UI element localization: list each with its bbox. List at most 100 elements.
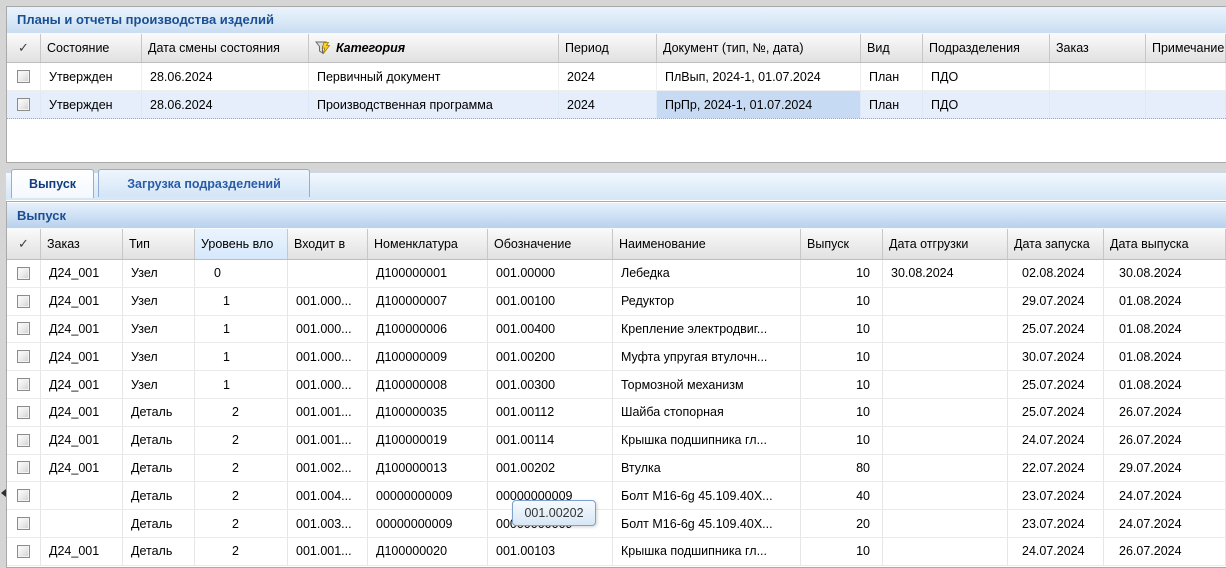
vypusk-grid-cell[interactable]: 1 [195,343,288,370]
vypusk-grid-cell[interactable]: 001.00112 [488,399,613,426]
vypusk-grid-cell[interactable] [883,371,1008,398]
plans-grid-cell[interactable]: Производственная программа [309,91,559,118]
vypusk-grid-cell[interactable]: Д100000009 [368,343,488,370]
plans-grid-column-header[interactable]: Подразделения [923,34,1050,62]
vypusk-grid-cell[interactable]: Втулка [613,455,801,482]
vypusk-grid-cell[interactable]: 25.07.2024 [1008,316,1104,343]
vypusk-grid-cell[interactable]: Болт М16-6g 45.109.40Х... [613,482,801,509]
row-checkbox[interactable] [17,489,30,502]
plans-grid-cell[interactable] [1050,63,1146,90]
vypusk-grid-cell[interactable]: 29.07.2024 [1008,288,1104,315]
vypusk-grid-cell[interactable] [883,455,1008,482]
vypusk-grid-cell[interactable] [288,260,368,287]
vypusk-grid-cell[interactable]: 30.08.2024 [883,260,1008,287]
row-checkbox[interactable] [17,350,30,363]
vypusk-grid-cell[interactable]: 001.00100 [488,288,613,315]
vypusk-grid-cell[interactable]: Редуктор [613,288,801,315]
vypusk-grid-cell[interactable]: Тормозной механизм [613,371,801,398]
plans-grid-column-header[interactable]: Категория [309,34,559,62]
vypusk-grid-cell[interactable] [883,482,1008,509]
vypusk-grid-column-header[interactable]: Уровень вло [195,229,288,259]
plans-grid-column-header[interactable]: Примечание [1146,34,1226,62]
vypusk-grid-cell[interactable]: Д100000008 [368,371,488,398]
vypusk-grid-cell[interactable]: Болт М16-6g 45.109.40Х... [613,510,801,537]
vypusk-grid-cell[interactable]: 29.07.2024 [1104,455,1226,482]
plans-grid-row[interactable]: Утвержден28.06.2024Первичный документ202… [7,63,1226,91]
vypusk-grid-cell[interactable] [883,288,1008,315]
vypusk-grid-cell[interactable]: 26.07.2024 [1104,399,1226,426]
vypusk-grid-cell[interactable]: Деталь [123,427,195,454]
vypusk-grid-cell[interactable]: 10 [801,316,883,343]
vypusk-grid-cell[interactable]: 10 [801,399,883,426]
vypusk-grid-cell[interactable]: 001.000... [288,371,368,398]
vypusk-grid-cell[interactable]: Д24_001 [41,260,123,287]
plans-grid-cell[interactable]: План [861,91,923,118]
vypusk-grid-column-header[interactable]: Дата отгрузки [883,229,1008,259]
vypusk-grid-cell[interactable]: Д100000013 [368,455,488,482]
vypusk-grid-cell[interactable]: Д24_001 [41,288,123,315]
vypusk-grid-cell[interactable]: Узел [123,260,195,287]
vypusk-grid-row[interactable]: Д24_001Деталь2001.001...Д100000020001.00… [7,538,1226,566]
vypusk-grid-cell[interactable]: 22.07.2024 [1008,455,1104,482]
vypusk-grid-cell[interactable]: Д24_001 [41,316,123,343]
vypusk-grid-cell[interactable]: Д100000007 [368,288,488,315]
vypusk-grid-cell[interactable]: 10 [801,427,883,454]
vypusk-grid-cell[interactable]: 00000000009 [368,510,488,537]
vypusk-grid-cell[interactable]: 2 [195,399,288,426]
plans-grid-row[interactable]: Утвержден28.06.2024Производственная прог… [7,91,1226,119]
vypusk-grid-cell[interactable]: 20 [801,510,883,537]
tab-zagruzka-podrazdeleniy[interactable]: Загрузка подразделений [98,169,310,197]
select-all-header[interactable]: ✓ [7,34,41,62]
vypusk-grid-cell[interactable] [41,510,123,537]
vypusk-grid-cell[interactable]: 001.00103 [488,538,613,565]
vypusk-grid-cell[interactable]: 001.001... [288,399,368,426]
plans-grid-cell[interactable]: 2024 [559,63,657,90]
vypusk-grid-cell[interactable]: 10 [801,538,883,565]
row-checkbox[interactable] [17,517,30,530]
vypusk-grid-cell[interactable]: 10 [801,288,883,315]
vypusk-grid-cell[interactable]: Д100000001 [368,260,488,287]
vypusk-grid-cell[interactable]: 10 [801,371,883,398]
row-checkbox[interactable] [17,461,30,474]
vypusk-grid-cell[interactable]: Крепление электродвиг... [613,316,801,343]
vypusk-grid-cell[interactable]: 001.00000 [488,260,613,287]
vypusk-grid-cell[interactable]: 001.00202 [488,455,613,482]
vypusk-grid-cell[interactable]: 2 [195,510,288,537]
vypusk-grid-cell[interactable]: 02.08.2024 [1008,260,1104,287]
plans-grid-cell[interactable]: 2024 [559,91,657,118]
vypusk-grid-cell[interactable] [883,427,1008,454]
vypusk-grid-cell[interactable]: 30.07.2024 [1008,343,1104,370]
plans-grid-cell[interactable]: ПДО [923,63,1050,90]
row-checkbox[interactable] [17,267,30,280]
vypusk-grid-cell[interactable] [883,343,1008,370]
plans-grid-cell[interactable] [1146,91,1226,118]
vypusk-grid-cell[interactable]: 01.08.2024 [1104,316,1226,343]
vypusk-grid-cell[interactable]: 001.001... [288,427,368,454]
plans-grid-cell[interactable] [1146,63,1226,90]
row-checkbox[interactable] [17,378,30,391]
vypusk-grid-column-header[interactable]: Заказ [41,229,123,259]
vypusk-grid-cell[interactable]: Д100000035 [368,399,488,426]
vypusk-grid-cell[interactable]: Д100000006 [368,316,488,343]
vypusk-grid-cell[interactable]: 001.00300 [488,371,613,398]
vypusk-grid-column-header[interactable]: Входит в [288,229,368,259]
vypusk-grid-cell[interactable]: Узел [123,343,195,370]
vypusk-grid-cell[interactable]: Крышка подшипника гл... [613,427,801,454]
vypusk-grid-row[interactable]: Деталь2001.003...0000000000900000000009Б… [7,510,1226,538]
vypusk-grid-cell[interactable]: Крышка подшипника гл... [613,538,801,565]
vypusk-grid-cell[interactable] [883,316,1008,343]
vypusk-grid-cell[interactable]: Д100000019 [368,427,488,454]
row-checkbox[interactable] [17,545,30,558]
plans-grid-cell[interactable]: Утвержден [41,91,142,118]
vypusk-grid-column-header[interactable]: Наименование [613,229,801,259]
vypusk-grid-cell[interactable]: 001.002... [288,455,368,482]
vypusk-grid-cell[interactable]: 00000000009 [368,482,488,509]
vypusk-grid-cell[interactable]: Д24_001 [41,538,123,565]
tab-vypusk[interactable]: Выпуск [11,169,94,198]
vypusk-grid-cell[interactable]: Узел [123,288,195,315]
vypusk-grid-row[interactable]: Д24_001Узел1001.000...Д100000007001.0010… [7,288,1226,316]
vypusk-grid-column-header[interactable]: Выпуск [801,229,883,259]
vypusk-grid-cell[interactable]: 24.07.2024 [1008,427,1104,454]
vypusk-grid-cell[interactable]: 2 [195,538,288,565]
vypusk-grid-row[interactable]: Деталь2001.004...0000000000900000000009Б… [7,482,1226,510]
